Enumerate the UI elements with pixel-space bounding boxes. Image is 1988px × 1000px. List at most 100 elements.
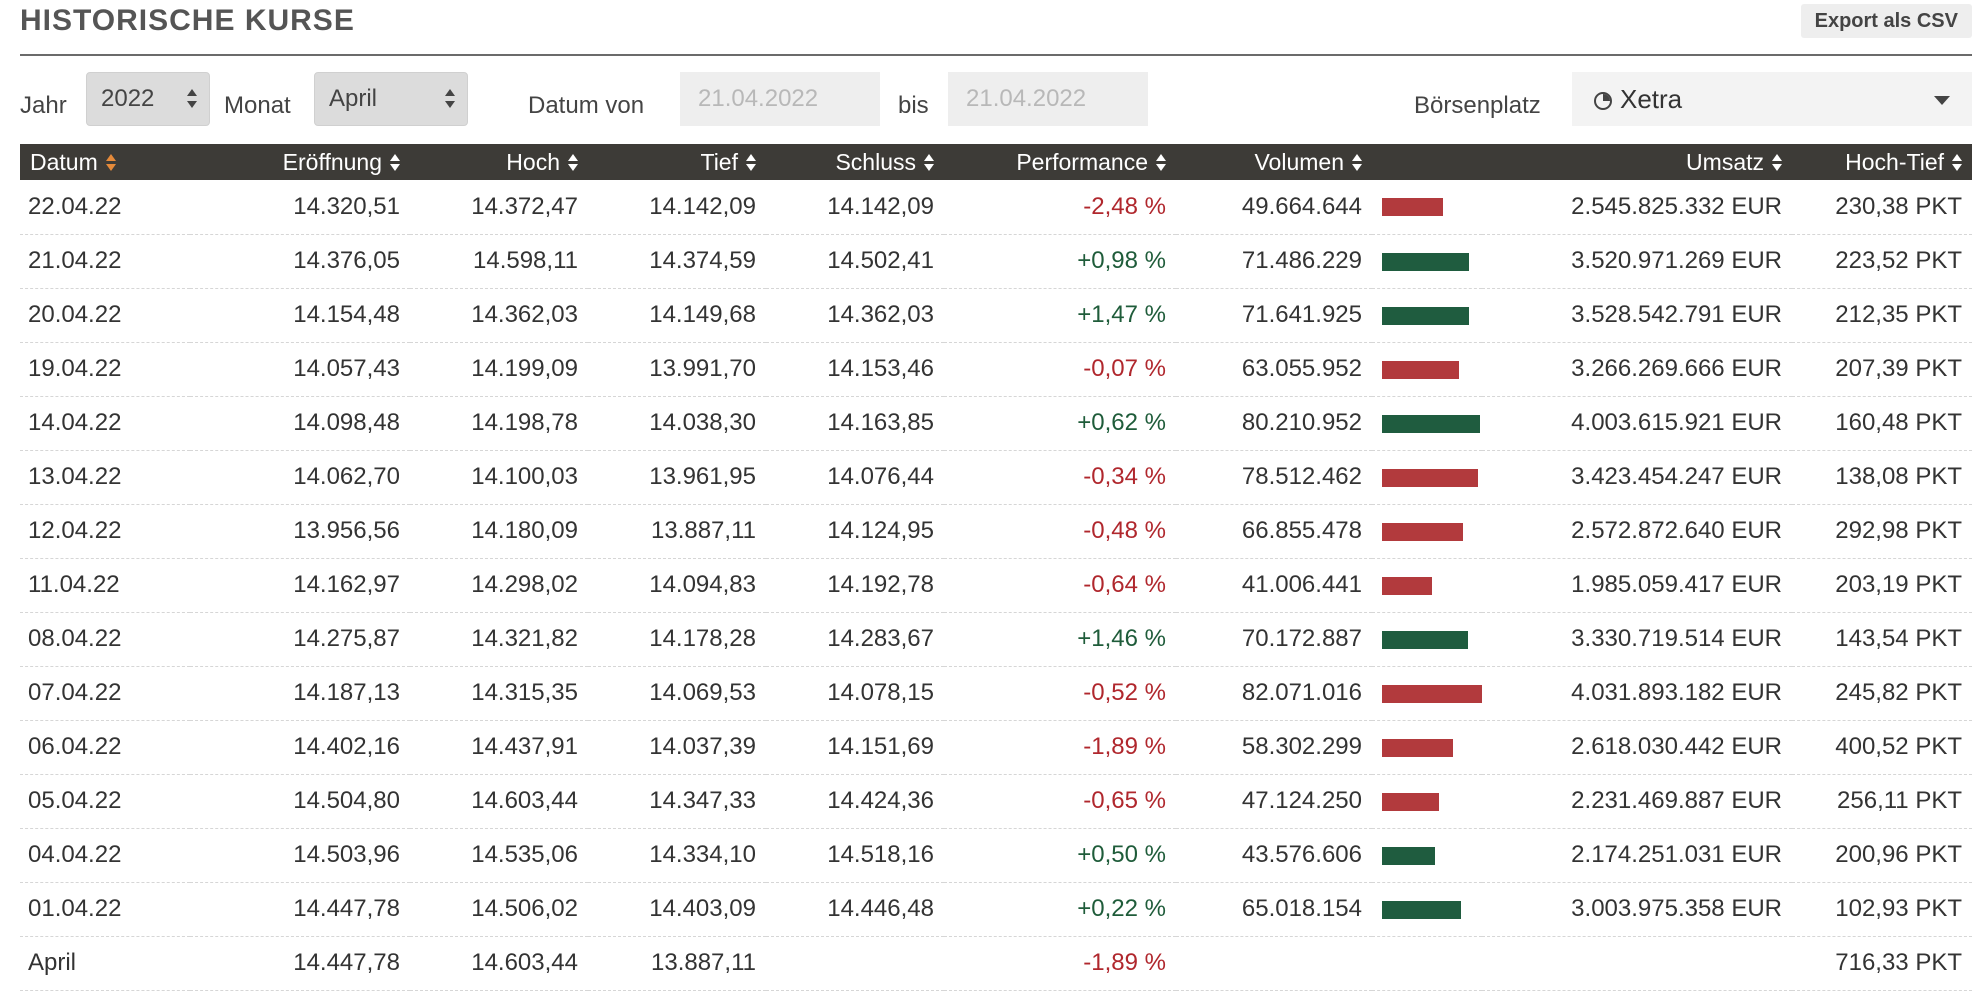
cell-date: 05.04.22	[28, 787, 122, 814]
cell-high: 14.199,09	[471, 355, 578, 382]
cell-performance: +1,47 %	[1077, 301, 1166, 328]
table-row: 05.04.22 14.504,80 14.603,44 14.347,33 14.42…	[20, 774, 1972, 828]
cell-turnover: 2.174.251.031 EUR	[1571, 841, 1782, 868]
cell-low: 14.334,10	[649, 841, 756, 868]
cell-date: 06.04.22	[28, 733, 122, 760]
date-from-input[interactable]: 21.04.2022	[680, 72, 880, 126]
col-header-umsatz[interactable]: Umsatz	[1482, 144, 1792, 180]
cell-open: 14.504,80	[293, 787, 400, 814]
col-header-hoch-tief[interactable]: Hoch-Tief	[1792, 144, 1972, 180]
cell-volume-bar	[1372, 234, 1482, 288]
cell-volume-bar	[1372, 504, 1482, 558]
table-row: 22.04.22 14.320,51 14.372,47 14.142,09 14.14…	[20, 180, 1972, 234]
cell-date: 01.04.22	[28, 895, 122, 922]
table-row: 13.04.22 14.062,70 14.100,03 13.961,95 14.07…	[20, 450, 1972, 504]
export-csv-button[interactable]: Export als CSV	[1800, 4, 1972, 38]
cell-performance: +0,50 %	[1077, 841, 1166, 868]
cell-open: 13.956,56	[293, 517, 400, 544]
cell-low: 13.887,11	[651, 949, 756, 976]
cell-volume-bar	[1372, 558, 1482, 612]
table-row: 20.04.22 14.154,48 14.362,03 14.149,68 14.36…	[20, 288, 1972, 342]
date-to-input[interactable]: 21.04.2022	[948, 72, 1148, 126]
cell-low: 13.961,95	[649, 463, 756, 490]
col-header-label: Performance	[1016, 148, 1148, 175]
cell-volume-bar	[1372, 720, 1482, 774]
col-header-hoch[interactable]: Hoch	[410, 144, 588, 180]
cell-open: 14.062,70	[293, 463, 400, 490]
volume-bar	[1382, 414, 1480, 433]
cell-high: 14.100,03	[471, 463, 578, 490]
cell-date: 21.04.22	[28, 247, 122, 274]
sort-icon	[1352, 153, 1362, 172]
cell-low: 14.403,09	[649, 895, 756, 922]
cell-range: 207,39 PKT	[1835, 355, 1962, 382]
historical-prices-widget: HISTORISCHE KURSE Export als CSV Jahr 20…	[20, 0, 1972, 991]
cell-volume: 82.071.016	[1241, 679, 1362, 706]
cell-volume-bar	[1372, 396, 1482, 450]
cell-turnover: 3.266.269.666 EUR	[1571, 355, 1782, 382]
col-header-schluss[interactable]: Schluss	[766, 144, 944, 180]
cell-turnover: 4.003.615.921 EUR	[1571, 409, 1782, 436]
col-header-volume-bar	[1372, 144, 1482, 180]
cell-date: 20.04.22	[28, 301, 122, 328]
cell-range: 160,48 PKT	[1835, 409, 1962, 436]
col-header-eroeffnung[interactable]: Eröffnung	[190, 144, 410, 180]
col-header-performance[interactable]: Performance	[944, 144, 1176, 180]
col-header-volumen[interactable]: Volumen	[1176, 144, 1372, 180]
cell-open: 14.447,78	[293, 895, 400, 922]
table-body: 22.04.22 14.320,51 14.372,47 14.142,09 14.14…	[20, 180, 1972, 990]
year-select[interactable]: 2022	[86, 72, 210, 126]
cell-volume: 43.576.606	[1241, 841, 1362, 868]
cell-close: 14.518,16	[827, 841, 934, 868]
cell-range: 102,93 PKT	[1835, 895, 1962, 922]
volume-bar	[1382, 252, 1469, 271]
cell-close: 14.192,78	[827, 571, 934, 598]
cell-volume-bar	[1372, 774, 1482, 828]
cell-range: 716,33 PKT	[1835, 949, 1962, 976]
sort-icon	[1156, 153, 1166, 172]
cell-volume-bar	[1372, 342, 1482, 396]
cell-low: 14.094,83	[649, 571, 756, 598]
cell-date: 13.04.22	[28, 463, 122, 490]
sort-icon	[390, 153, 400, 172]
select-arrows-icon	[187, 85, 197, 113]
exchange-select[interactable]: Xetra	[1572, 72, 1972, 126]
col-header-datum[interactable]: Datum	[20, 144, 190, 180]
cell-turnover: 1.985.059.417 EUR	[1571, 571, 1782, 598]
cell-performance: -0,07 %	[1083, 355, 1166, 382]
cell-close: 14.446,48	[827, 895, 934, 922]
cell-turnover: 2.231.469.887 EUR	[1571, 787, 1782, 814]
cell-performance: +1,46 %	[1077, 625, 1166, 652]
cell-close: 14.283,67	[827, 625, 934, 652]
select-arrows-icon	[445, 85, 455, 113]
cell-low: 14.347,33	[649, 787, 756, 814]
cell-volume: 41.006.441	[1241, 571, 1362, 598]
volume-bar	[1382, 360, 1459, 379]
col-header-label: Schluss	[835, 148, 916, 175]
table-row: 19.04.22 14.057,43 14.199,09 13.991,70 14.15…	[20, 342, 1972, 396]
cell-date: 22.04.22	[28, 192, 122, 220]
cell-turnover: 3.423.454.247 EUR	[1571, 463, 1782, 490]
cell-performance: -0,34 %	[1083, 463, 1166, 490]
cell-close: 14.163,85	[827, 409, 934, 436]
sort-icon	[568, 153, 578, 172]
cell-turnover: 3.003.975.358 EUR	[1571, 895, 1782, 922]
cell-high: 14.198,78	[471, 409, 578, 436]
cell-volume: 47.124.250	[1241, 787, 1362, 814]
col-header-tief[interactable]: Tief	[588, 144, 766, 180]
cell-high: 14.298,02	[471, 571, 578, 598]
cell-volume-bar	[1372, 612, 1482, 666]
cell-high: 14.315,35	[471, 679, 578, 706]
cell-date: 04.04.22	[28, 841, 122, 868]
date-to-label: bis	[898, 92, 929, 119]
cell-low: 14.037,39	[649, 733, 756, 760]
cell-low: 14.149,68	[649, 301, 756, 328]
sort-icon	[1952, 153, 1962, 172]
cell-open: 14.320,51	[293, 192, 400, 220]
cell-high: 14.603,44	[471, 787, 578, 814]
month-select-value: April	[329, 85, 378, 112]
month-select[interactable]: April	[314, 72, 468, 126]
chevron-down-icon	[1934, 96, 1950, 105]
cell-volume-bar	[1372, 666, 1482, 720]
cell-close: 14.076,44	[827, 463, 934, 490]
